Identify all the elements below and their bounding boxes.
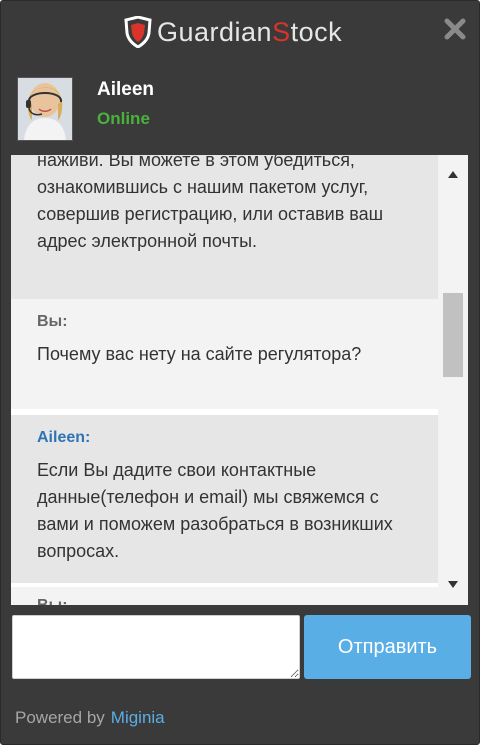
chat-widget: GuardianStock Aileen Online наживи. Вы м… (0, 0, 480, 745)
message-list[interactable]: наживи. Вы можете в этом убедиться, озна… (11, 155, 468, 605)
agent-name: Aileen (97, 79, 155, 100)
shield-icon (124, 16, 152, 48)
message-text: Почему вас нету на сайте регулятора? (37, 344, 362, 364)
message-author: Вы: (37, 313, 68, 330)
avatar (17, 77, 73, 141)
message-text: наживи. Вы можете в этом убедиться, озна… (37, 155, 384, 251)
message-author: Aileen: (37, 429, 91, 446)
agent-status: Online (97, 109, 150, 128)
scroll-thumb[interactable] (443, 293, 463, 377)
message-item-user: Вы: (11, 587, 438, 605)
powered-by-label: Powered by (15, 708, 105, 727)
agent-info: Aileen Online (1, 61, 479, 155)
brand-logo: GuardianStock (123, 15, 342, 49)
send-button[interactable]: Отправить (304, 615, 471, 679)
close-icon[interactable] (443, 17, 467, 41)
message-item-agent: Aileen: Если Вы дадите свои контактные д… (11, 415, 438, 583)
composer: Отправить (1, 605, 479, 695)
message-author: Вы: (37, 587, 412, 605)
logo-text: GuardianStock (157, 16, 343, 47)
message-item-user: Вы: Почему вас нету на сайте регулятора? (11, 299, 438, 409)
close-button[interactable] (443, 17, 467, 41)
powered-by-link[interactable]: Miginia (111, 708, 165, 727)
message-input[interactable] (12, 615, 300, 679)
scroll-up-icon[interactable] (447, 169, 459, 179)
scrollbar[interactable] (438, 155, 468, 605)
message-item-agent: наживи. Вы можете в этом убедиться, озна… (11, 155, 438, 299)
agent-photo (18, 78, 72, 140)
message-text: Если Вы дадите свои контактные данные(те… (37, 460, 393, 561)
widget-header: GuardianStock (1, 1, 479, 61)
scroll-down-icon[interactable] (447, 580, 459, 590)
message-viewport: наживи. Вы можете в этом убедиться, озна… (11, 155, 438, 605)
powered-by: Powered by Miginia (15, 708, 165, 728)
